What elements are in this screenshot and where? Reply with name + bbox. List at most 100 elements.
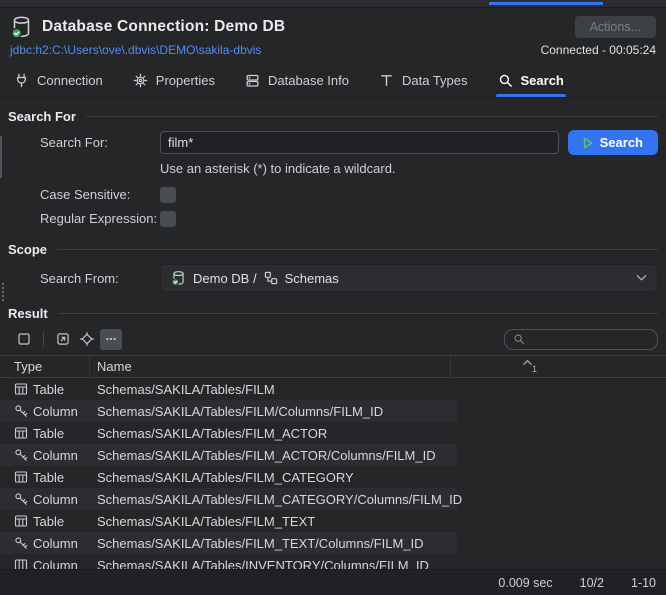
row-type-label: Table — [33, 382, 64, 397]
type-icon — [379, 73, 394, 88]
section-title: Result — [8, 306, 48, 321]
parent-tab-strip — [0, 0, 666, 8]
schemas-icon — [264, 271, 278, 285]
row-type-label: Table — [33, 470, 64, 485]
open-in-window-icon — [56, 332, 70, 346]
tab-search[interactable]: Search — [498, 63, 564, 97]
table-icon — [14, 470, 28, 484]
actions-button[interactable]: Actions... — [575, 16, 656, 38]
key-column-icon — [14, 404, 28, 418]
more-options-button[interactable] — [100, 329, 122, 350]
navigate-target-button[interactable] — [76, 329, 98, 350]
search-icon — [498, 73, 513, 88]
connection-status: Connected - 00:05:24 — [541, 43, 656, 57]
select-rows-button[interactable] — [13, 329, 35, 350]
row-type-cell: Column — [0, 404, 90, 419]
status-row-range: 1-10 — [631, 576, 656, 590]
chevron-down-icon — [636, 274, 647, 282]
row-name: Schemas/SAKILA/Tables/FILM_TEXT — [90, 514, 315, 529]
column-header-name-label: Name — [97, 359, 132, 374]
row-type-cell: Column — [0, 558, 90, 570]
result-filter-input[interactable] — [530, 331, 649, 347]
toolbar-divider — [43, 332, 44, 347]
section-divider — [58, 313, 658, 314]
tab-label: Data Types — [402, 73, 468, 88]
row-type-label: Column — [33, 404, 78, 419]
tab-properties[interactable]: Properties — [133, 63, 215, 97]
status-row-counts: 10/2 — [580, 576, 604, 590]
row-type-cell: Column — [0, 492, 90, 507]
regular-expression-label: Regular Expression: — [40, 211, 160, 226]
case-sensitive-checkbox[interactable] — [160, 187, 176, 203]
table-row[interactable]: Column Schemas/SAKILA/Tables/FILM_TEXT/Co… — [0, 532, 666, 554]
table-icon — [14, 514, 28, 528]
row-type-label: Column — [33, 492, 78, 507]
result-filter[interactable] — [504, 329, 658, 350]
row-type-label: Table — [33, 426, 64, 441]
wildcard-hint: Use an asterisk (*) to indicate a wildca… — [0, 161, 666, 179]
row-name: Schemas/SAKILA/Tables/FILM — [90, 382, 275, 397]
tab-data-types[interactable]: Data Types — [379, 63, 468, 97]
server-icon — [245, 73, 260, 88]
table-row[interactable]: Table Schemas/SAKILA/Tables/FILM_ACTOR — [0, 422, 666, 444]
row-type-label: Column — [33, 536, 78, 551]
page-title: Database Connection: Demo DB — [42, 18, 285, 36]
tab-database-info[interactable]: Database Info — [245, 63, 349, 97]
regular-expression-checkbox[interactable] — [160, 211, 176, 227]
table-row[interactable]: TableSchemas/SAKILA/Tables/FILM_CATEGORY — [0, 466, 666, 488]
row-name: Schemas/SAKILA/Tables/INVENTORY/Columns/… — [90, 558, 429, 570]
row-type-label: Table — [33, 514, 64, 529]
status-elapsed-time: 0.009 sec — [498, 576, 552, 590]
select-rows-icon — [17, 332, 31, 346]
key-column-icon — [14, 492, 28, 506]
column-divider[interactable] — [450, 356, 451, 377]
play-icon — [583, 137, 593, 149]
sort-ascending-icon: 1 — [522, 357, 537, 374]
jdbc-url-link[interactable]: jdbc:h2:C:\Users\ove\.dbvis\DEMO\sakila-… — [10, 43, 261, 57]
scope-section-header: Scope — [8, 240, 658, 258]
section-divider — [86, 116, 658, 117]
left-splitter-grip[interactable] — [0, 136, 2, 178]
navigate-target-icon — [80, 332, 94, 346]
database-connection-window: Database Connection: Demo DB Actions... … — [0, 0, 666, 595]
search-icon — [513, 333, 525, 345]
search-button[interactable]: Search — [568, 130, 658, 155]
table-icon — [14, 426, 28, 440]
table-row[interactable]: ColumnSchemas/SAKILA/Tables/FILM_CATEGOR… — [0, 488, 666, 510]
search-for-input[interactable] — [160, 131, 559, 154]
tab-label: Properties — [156, 73, 215, 88]
search-from-dropdown[interactable]: Demo DB / Schemas — [160, 264, 658, 292]
row-type-label: Column — [33, 558, 78, 570]
result-table-header: Type Name 1 — [0, 355, 666, 378]
table-row[interactable]: Column Schemas/SAKILA/Tables/INVENTORY/Co… — [0, 554, 666, 569]
result-table: Type Name 1 TableSchemas/SAKILA/Tables/F… — [0, 355, 666, 569]
column-header-type[interactable]: Type — [0, 356, 90, 377]
row-type-label: Column — [33, 448, 78, 463]
table-row[interactable]: Table Schemas/SAKILA/Tables/FILM — [0, 378, 666, 400]
gear-icon — [133, 73, 148, 88]
tab-label: Database Info — [268, 73, 349, 88]
result-splitter-handle[interactable] — [2, 283, 4, 301]
table-row[interactable]: Table Schemas/SAKILA/Tables/FILM_TEXT — [0, 510, 666, 532]
scope-node-value: Schemas — [285, 271, 339, 286]
row-type-cell: Table — [0, 470, 90, 485]
open-in-window-button[interactable] — [52, 329, 74, 350]
search-from-label: Search From: — [40, 271, 160, 286]
scope-database-value: Demo DB / — [193, 271, 257, 286]
table-icon — [14, 382, 28, 396]
key-column-icon — [14, 448, 28, 462]
row-name: Schemas/SAKILA/Tables/FILM_ACTOR — [90, 426, 327, 441]
row-type-cell: Table — [0, 426, 90, 441]
parent-tab-indicator — [489, 2, 603, 5]
table-row[interactable]: ColumnSchemas/SAKILA/Tables/FILM_ACTOR/C… — [0, 444, 666, 466]
key-column-icon — [14, 536, 28, 550]
row-name: Schemas/SAKILA/Tables/FILM_TEXT/Columns/… — [90, 536, 424, 551]
tab-connection[interactable]: Connection — [14, 63, 103, 97]
result-rows: TableSchemas/SAKILA/Tables/FILMColumnSch… — [0, 378, 666, 569]
more-options-icon — [104, 332, 118, 346]
section-title: Scope — [8, 242, 47, 257]
table-row[interactable]: Column Schemas/SAKILA/Tables/FILM/Columns… — [0, 400, 666, 422]
result-toolbar — [13, 327, 658, 351]
row-name: Schemas/SAKILA/Tables/FILM/Columns/FILM_… — [90, 404, 383, 419]
column-header-name[interactable]: Name 1 — [90, 356, 666, 377]
